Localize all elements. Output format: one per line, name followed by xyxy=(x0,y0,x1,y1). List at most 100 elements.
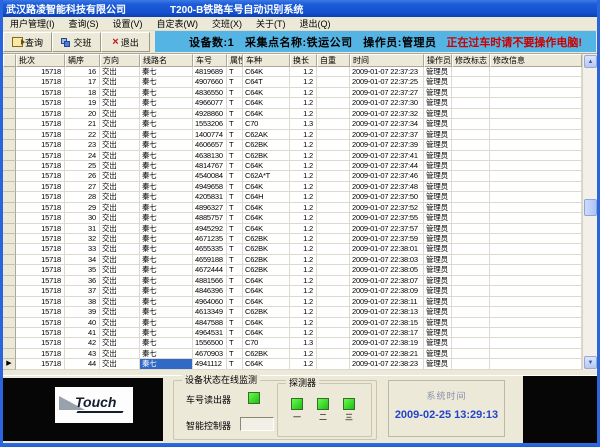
table-cell[interactable] xyxy=(490,276,582,286)
table-cell[interactable]: C62BK xyxy=(243,244,290,254)
table-cell[interactable] xyxy=(317,140,350,150)
table-cell[interactable]: 2009-01-07 22:38:19 xyxy=(350,338,424,348)
table-cell[interactable] xyxy=(490,359,582,369)
table-cell[interactable]: 15718 xyxy=(16,161,65,171)
table-cell[interactable]: 管理员 xyxy=(424,307,452,317)
table-cell[interactable]: 1.2 xyxy=(290,67,317,77)
table-cell[interactable]: 15718 xyxy=(16,224,65,234)
table-cell[interactable]: 管理员 xyxy=(424,161,452,171)
table-cell[interactable]: 交出 xyxy=(100,182,140,192)
table-cell[interactable]: 4670903 xyxy=(193,349,227,359)
table-cell[interactable] xyxy=(317,88,350,98)
table-cell[interactable]: 1.2 xyxy=(290,234,317,244)
row-marker[interactable] xyxy=(3,88,16,98)
table-cell[interactable] xyxy=(490,297,582,307)
table-cell[interactable]: 交出 xyxy=(100,203,140,213)
column-header[interactable]: 批次 xyxy=(16,54,65,67)
table-cell[interactable]: C64K xyxy=(243,359,290,369)
table-cell[interactable]: 秦七 xyxy=(140,67,193,77)
table-cell[interactable] xyxy=(452,359,490,369)
table-cell[interactable]: 1.2 xyxy=(290,244,317,254)
table-cell[interactable]: 15718 xyxy=(16,213,65,223)
table-cell[interactable]: 21 xyxy=(65,119,100,129)
table-cell[interactable]: 交出 xyxy=(100,171,140,181)
table-cell[interactable] xyxy=(317,265,350,275)
table-cell[interactable]: 1.2 xyxy=(290,161,317,171)
table-cell[interactable]: 2009-01-07 22:37:32 xyxy=(350,109,424,119)
table-cell[interactable] xyxy=(317,276,350,286)
table-cell[interactable]: 15718 xyxy=(16,265,65,275)
table-cell[interactable]: 秦七 xyxy=(140,77,193,87)
table-cell[interactable]: C64K xyxy=(243,318,290,328)
table-cell[interactable]: 2009-01-07 22:37:44 xyxy=(350,161,424,171)
table-cell[interactable]: T xyxy=(227,98,243,108)
table-cell[interactable]: 1.2 xyxy=(290,307,317,317)
table-cell[interactable] xyxy=(452,192,490,202)
table-cell[interactable] xyxy=(452,297,490,307)
table-cell[interactable]: 管理员 xyxy=(424,244,452,254)
table-cell[interactable]: 秦七 xyxy=(140,203,193,213)
table-cell[interactable] xyxy=(490,98,582,108)
table-cell[interactable] xyxy=(317,244,350,254)
table-cell[interactable]: 交出 xyxy=(100,192,140,202)
table-cell[interactable]: 2009-01-07 22:38:13 xyxy=(350,307,424,317)
row-marker[interactable] xyxy=(3,77,16,87)
table-cell[interactable] xyxy=(490,328,582,338)
row-marker[interactable] xyxy=(3,265,16,275)
column-header[interactable]: 修改信息 xyxy=(490,54,582,67)
table-cell[interactable] xyxy=(317,213,350,223)
table-cell[interactable]: 秦七 xyxy=(140,98,193,108)
table-cell[interactable] xyxy=(317,318,350,328)
table-cell[interactable]: T xyxy=(227,307,243,317)
row-marker[interactable] xyxy=(3,244,16,254)
table-cell[interactable]: 15718 xyxy=(16,328,65,338)
table-cell[interactable]: C64K xyxy=(243,182,290,192)
table-cell[interactable]: 管理员 xyxy=(424,276,452,286)
table-cell[interactable] xyxy=(452,88,490,98)
table-cell[interactable]: 4941112 xyxy=(193,359,227,369)
table-cell[interactable]: T xyxy=(227,213,243,223)
row-marker[interactable] xyxy=(3,151,16,161)
table-cell[interactable]: C70 xyxy=(243,119,290,129)
table-cell[interactable]: 管理员 xyxy=(424,130,452,140)
row-marker[interactable] xyxy=(3,307,16,317)
table-cell[interactable]: C64K xyxy=(243,98,290,108)
table-cell[interactable] xyxy=(317,255,350,265)
row-marker[interactable] xyxy=(3,171,16,181)
table-cell[interactable]: 秦七 xyxy=(140,307,193,317)
table-cell[interactable]: 1.2 xyxy=(290,276,317,286)
table-cell[interactable] xyxy=(452,255,490,265)
row-marker[interactable] xyxy=(3,140,16,150)
table-cell[interactable]: 4945292 xyxy=(193,224,227,234)
table-cell[interactable]: T xyxy=(227,67,243,77)
table-cell[interactable]: T xyxy=(227,255,243,265)
table-cell[interactable]: 秦七 xyxy=(140,182,193,192)
table-cell[interactable] xyxy=(490,338,582,348)
table-cell[interactable]: 秦七 xyxy=(140,255,193,265)
table-cell[interactable]: 4638130 xyxy=(193,151,227,161)
table-cell[interactable]: 15718 xyxy=(16,297,65,307)
table-cell[interactable]: 1.2 xyxy=(290,318,317,328)
table-cell[interactable]: 35 xyxy=(65,265,100,275)
table-cell[interactable]: 管理员 xyxy=(424,328,452,338)
row-marker[interactable] xyxy=(3,213,16,223)
table-cell[interactable]: 管理员 xyxy=(424,318,452,328)
table-cell[interactable]: 1.3 xyxy=(290,119,317,129)
column-header[interactable]: 自重 xyxy=(317,54,350,67)
table-cell[interactable]: T xyxy=(227,192,243,202)
column-header[interactable]: 方向 xyxy=(100,54,140,67)
table-cell[interactable]: 41 xyxy=(65,328,100,338)
table-cell[interactable]: 15718 xyxy=(16,182,65,192)
table-cell[interactable]: 1.3 xyxy=(290,338,317,348)
table-cell[interactable]: 交出 xyxy=(100,77,140,87)
table-cell[interactable] xyxy=(317,349,350,359)
table-cell[interactable]: C64K xyxy=(243,213,290,223)
table-cell[interactable] xyxy=(452,286,490,296)
table-cell[interactable]: 1553206 xyxy=(193,119,227,129)
table-cell[interactable] xyxy=(490,224,582,234)
row-marker[interactable]: ▶ xyxy=(3,359,16,369)
table-cell[interactable]: 秦七 xyxy=(140,265,193,275)
table-cell[interactable]: 1.2 xyxy=(290,265,317,275)
table-cell[interactable] xyxy=(490,265,582,275)
table-cell[interactable]: 44 xyxy=(65,359,100,369)
